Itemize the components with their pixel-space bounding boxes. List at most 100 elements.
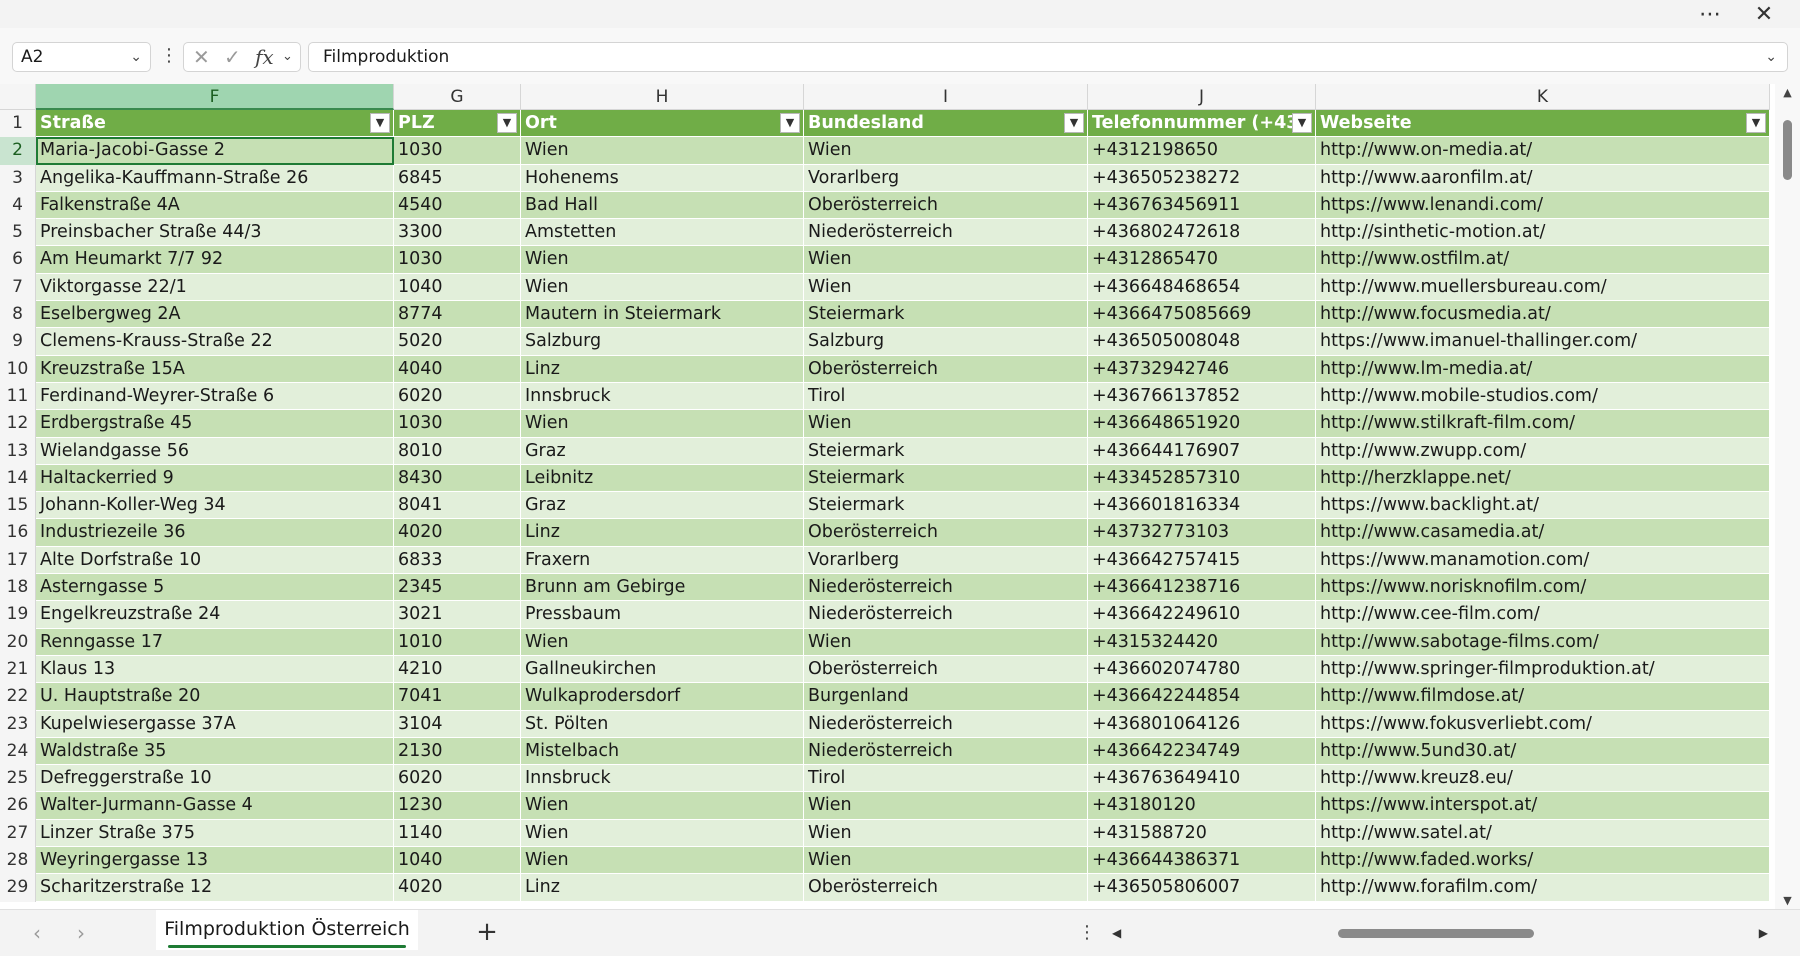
table-cell[interactable]: 6845: [394, 164, 521, 192]
row-number[interactable]: 25: [0, 765, 36, 793]
table-cell[interactable]: http://www.springer-filmproduktion.at/: [1316, 655, 1770, 684]
table-cell[interactable]: Linz: [521, 874, 804, 902]
next-sheet-icon[interactable]: ›: [66, 918, 96, 948]
table-cell[interactable]: Amstetten: [521, 219, 804, 247]
table-cell[interactable]: Wien: [521, 847, 804, 875]
worksheet-grid[interactable]: FGHIJK 1 Straße ▼ PLZ ▼ Ort ▼ Bundesland ▼ Telefo…: [0, 84, 1775, 909]
row-number[interactable]: 4: [0, 191, 36, 220]
table-cell[interactable]: Kupelwiesergasse 37A: [36, 710, 394, 738]
row-number[interactable]: 24: [0, 737, 36, 766]
sheet-tab-active[interactable]: Filmproduktion Österreich: [156, 910, 418, 950]
table-cell[interactable]: http://www.lm-media.at/: [1316, 355, 1770, 383]
row-number[interactable]: 20: [0, 628, 36, 656]
table-cell[interactable]: Wien: [804, 246, 1088, 274]
table-cell[interactable]: http://www.mobile-studios.com/: [1316, 382, 1770, 411]
table-cell[interactable]: Niederösterreich: [804, 737, 1088, 766]
select-all-corner[interactable]: [0, 84, 36, 110]
table-cell[interactable]: +436505806007: [1088, 874, 1316, 902]
table-cell[interactable]: 6833: [394, 546, 521, 575]
filter-dropdown-icon[interactable]: ▼: [1064, 113, 1084, 133]
table-cell[interactable]: Linzer Straße 375: [36, 819, 394, 848]
table-cell[interactable]: 8010: [394, 437, 521, 465]
table-cell[interactable]: https://www.backlight.at/: [1316, 492, 1770, 520]
table-cell[interactable]: Brunn am Gebirge: [521, 574, 804, 602]
table-cell[interactable]: Walter-Jurmann-Gasse 4: [36, 792, 394, 820]
table-cell[interactable]: +433452857310: [1088, 464, 1316, 493]
row-number[interactable]: 2: [0, 137, 36, 165]
table-cell[interactable]: Mistelbach: [521, 737, 804, 766]
table-cell[interactable]: +431588720: [1088, 819, 1316, 848]
table-cell[interactable]: +436801064126: [1088, 710, 1316, 738]
table-cell[interactable]: 3300: [394, 219, 521, 247]
row-number[interactable]: 8: [0, 301, 36, 329]
table-cell[interactable]: Salzburg: [521, 328, 804, 356]
table-cell[interactable]: Mautern in Steiermark: [521, 301, 804, 329]
filter-dropdown-icon[interactable]: ▼: [370, 113, 390, 133]
table-cell[interactable]: Renngasse 17: [36, 628, 394, 656]
table-cell[interactable]: Oberösterreich: [804, 355, 1088, 383]
table-cell[interactable]: http://www.aaronfilm.at/: [1316, 164, 1770, 192]
row-number[interactable]: 13: [0, 437, 36, 465]
table-cell[interactable]: 4020: [394, 519, 521, 547]
row-number[interactable]: 10: [0, 355, 36, 383]
table-cell[interactable]: Bad Hall: [521, 191, 804, 220]
table-cell[interactable]: Tirol: [804, 765, 1088, 793]
table-cell[interactable]: Wien: [521, 819, 804, 848]
table-cell[interactable]: 1140: [394, 819, 521, 848]
table-cell[interactable]: Angelika-Kauffmann-Straße 26: [36, 164, 394, 192]
column-header-i[interactable]: I: [804, 84, 1088, 110]
table-cell[interactable]: +43732942746: [1088, 355, 1316, 383]
row-number[interactable]: 22: [0, 683, 36, 711]
table-cell[interactable]: +436642244854: [1088, 683, 1316, 711]
table-cell[interactable]: +436602074780: [1088, 655, 1316, 684]
table-cell[interactable]: +43180120: [1088, 792, 1316, 820]
table-cell[interactable]: Linz: [521, 519, 804, 547]
table-cell[interactable]: Niederösterreich: [804, 219, 1088, 247]
table-cell[interactable]: +43732773103: [1088, 519, 1316, 547]
filter-dropdown-icon[interactable]: ▼: [1746, 113, 1766, 133]
table-cell[interactable]: Eselbergweg 2A: [36, 301, 394, 329]
table-cell[interactable]: Linz: [521, 355, 804, 383]
table-cell[interactable]: 3104: [394, 710, 521, 738]
row-number[interactable]: 7: [0, 273, 36, 302]
table-cell[interactable]: http://www.zwupp.com/: [1316, 437, 1770, 465]
table-header-cell[interactable]: PLZ ▼: [394, 110, 521, 138]
table-cell[interactable]: http://www.kreuz8.eu/: [1316, 765, 1770, 793]
table-cell[interactable]: Engelkreuzstraße 24: [36, 601, 394, 629]
table-cell[interactable]: Graz: [521, 437, 804, 465]
table-cell[interactable]: https://www.interspot.at/: [1316, 792, 1770, 820]
table-cell[interactable]: Pressbaum: [521, 601, 804, 629]
table-cell[interactable]: Preinsbacher Straße 44/3: [36, 219, 394, 247]
table-cell[interactable]: 7041: [394, 683, 521, 711]
name-box[interactable]: A2 ⌄: [12, 42, 151, 72]
table-cell[interactable]: http://www.satel.at/: [1316, 819, 1770, 848]
table-cell[interactable]: https://www.manamotion.com/: [1316, 546, 1770, 575]
column-header-f[interactable]: F: [36, 84, 394, 110]
table-cell[interactable]: Vorarlberg: [804, 546, 1088, 575]
table-cell[interactable]: Burgenland: [804, 683, 1088, 711]
column-header-k[interactable]: K: [1316, 84, 1770, 110]
table-cell[interactable]: Industriezeile 36: [36, 519, 394, 547]
close-icon[interactable]: ✕: [1744, 0, 1784, 28]
table-cell[interactable]: Wien: [521, 273, 804, 302]
table-cell[interactable]: +436648468654: [1088, 273, 1316, 302]
table-cell[interactable]: Weyringergasse 13: [36, 847, 394, 875]
table-cell[interactable]: http://www.sabotage-films.com/: [1316, 628, 1770, 656]
row-number[interactable]: 12: [0, 410, 36, 438]
cancel-icon[interactable]: ✕: [193, 43, 210, 71]
row-number[interactable]: 16: [0, 519, 36, 547]
table-cell[interactable]: http://www.muellersbureau.com/: [1316, 273, 1770, 302]
table-cell[interactable]: Wien: [521, 410, 804, 438]
table-cell[interactable]: Vorarlberg: [804, 164, 1088, 192]
table-cell[interactable]: +436766137852: [1088, 382, 1316, 411]
table-cell[interactable]: Klaus 13: [36, 655, 394, 684]
table-cell[interactable]: Steiermark: [804, 492, 1088, 520]
confirm-icon[interactable]: ✓: [224, 43, 241, 71]
table-cell[interactable]: Gallneukirchen: [521, 655, 804, 684]
table-cell[interactable]: Oberösterreich: [804, 191, 1088, 220]
table-cell[interactable]: 8774: [394, 301, 521, 329]
table-cell[interactable]: 2345: [394, 574, 521, 602]
table-cell[interactable]: Leibnitz: [521, 464, 804, 493]
row-number[interactable]: 21: [0, 655, 36, 684]
table-cell[interactable]: Clemens-Krauss-Straße 22: [36, 328, 394, 356]
